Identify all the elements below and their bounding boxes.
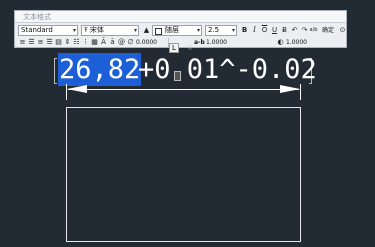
ruler-tab-left[interactable]: L bbox=[169, 43, 179, 53]
width-factor-value[interactable]: 1.0000 bbox=[286, 37, 307, 48]
options-button[interactable]: ⊙ bbox=[338, 25, 347, 36]
bold-button[interactable]: B bbox=[240, 25, 249, 36]
dimension-line-body bbox=[68, 89, 299, 90]
font-dropdown[interactable]: Ŧ 宋体 ▾ bbox=[81, 25, 139, 36]
toolbar-title-bar[interactable]: 文本格式 bbox=[15, 11, 346, 23]
text-cursor-icon bbox=[174, 71, 181, 81]
unselected-text[interactable]: +0.01^-0.02 bbox=[138, 53, 317, 86]
style-dropdown[interactable]: Standard ▾ bbox=[18, 25, 78, 36]
redo-button[interactable]: ↷ bbox=[300, 25, 309, 36]
ruler-tab-right[interactable]: ◇ bbox=[183, 43, 197, 53]
color-value: 随层 bbox=[165, 26, 179, 34]
numbering-icon[interactable]: ☷ bbox=[72, 37, 81, 48]
italic-button[interactable]: I bbox=[250, 25, 259, 36]
line-spacing-icon[interactable]: ⇕ bbox=[63, 37, 72, 48]
selected-text[interactable]: 26,82 bbox=[58, 53, 142, 86]
overline-button[interactable]: O bbox=[260, 25, 269, 36]
width-factor-icon: ◐ bbox=[277, 38, 284, 46]
align-left-icon[interactable]: ≡ bbox=[18, 37, 27, 48]
align-right-icon[interactable]: ≡ bbox=[36, 37, 45, 48]
chevron-down-icon: ▾ bbox=[72, 27, 76, 34]
align-center-icon[interactable]: ☰ bbox=[27, 37, 36, 48]
chevron-down-icon: ▾ bbox=[196, 27, 200, 34]
toolbar-title: 文本格式 bbox=[23, 13, 51, 21]
symbol-icon[interactable]: @ bbox=[117, 37, 126, 48]
oblique-icon[interactable]: ∅ bbox=[126, 37, 135, 48]
oblique-value[interactable]: 0.0000 bbox=[136, 37, 157, 48]
bullets-icon[interactable]: ⁝ bbox=[81, 37, 90, 48]
strikethrough-icon[interactable]: Ƀ bbox=[280, 25, 289, 36]
stack-button[interactable]: a/b bbox=[309, 25, 318, 36]
justify-icon[interactable]: ☰ bbox=[45, 37, 54, 48]
style-value: Standard bbox=[21, 26, 53, 34]
undo-button[interactable]: ↶ bbox=[290, 25, 299, 36]
distribute-icon[interactable]: ▤ bbox=[54, 37, 63, 48]
color-swatch bbox=[155, 28, 162, 35]
text-format-toolbar: 文本格式 Standard ▾ Ŧ 宋体 ▾ ▲ 随层 ▾ 2.5 ▾ B I O U … bbox=[14, 10, 347, 48]
lowercase-icon[interactable]: ā bbox=[108, 37, 117, 48]
tracking-value[interactable]: 1.0000 bbox=[206, 37, 227, 48]
dimension-line bbox=[66, 84, 301, 100]
insert-field-icon[interactable]: ▦ bbox=[90, 37, 99, 48]
ok-button[interactable]: 确定 bbox=[319, 25, 337, 36]
underline-button[interactable]: U bbox=[270, 25, 279, 36]
extension-line-right bbox=[300, 84, 301, 100]
text-height-value: 2.5 bbox=[208, 26, 220, 34]
chevron-down-icon: ▾ bbox=[133, 27, 137, 34]
text-height-dropdown[interactable]: 2.5 ▾ bbox=[205, 25, 237, 36]
arrowhead-right-icon bbox=[280, 85, 300, 93]
font-value: 宋体 bbox=[89, 26, 104, 34]
uppercase-icon[interactable]: Ā bbox=[99, 37, 108, 48]
mtext-editor[interactable]: 26,82 +0.01^-0.02 bbox=[56, 53, 317, 86]
color-dropdown[interactable]: 随层 ▾ bbox=[152, 25, 202, 36]
annotative-icon[interactable]: ▲ bbox=[142, 25, 151, 36]
arrowhead-left-icon bbox=[67, 85, 87, 93]
font-icon: Ŧ bbox=[84, 27, 88, 34]
chevron-down-icon: ▾ bbox=[231, 27, 235, 34]
drawing-rectangle bbox=[66, 107, 301, 242]
